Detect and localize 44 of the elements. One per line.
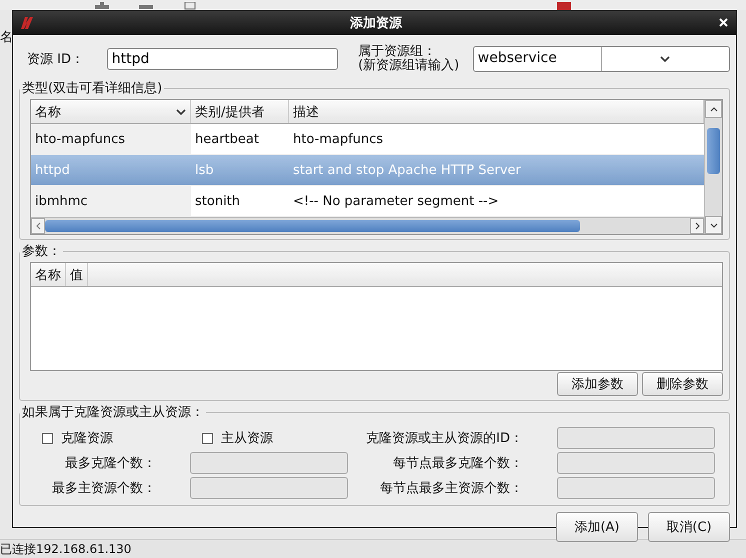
column-header[interactable]: 名称 [31, 100, 191, 123]
table-cell-text: heartbeat [194, 130, 260, 148]
column-label: 名 [0, 29, 13, 46]
field-hint: (新资源组请输入) [358, 59, 460, 73]
table-cell-text: hto-mapfuncs [292, 130, 384, 148]
sort-icon [176, 108, 186, 114]
field-label: 克隆资源或主从资源的ID： [365, 430, 524, 447]
horizontal-scrollbar[interactable] [31, 217, 704, 234]
column-header[interactable]: 名称 [31, 263, 66, 286]
column-header[interactable]: 值 [66, 263, 88, 286]
minus-icon[interactable] [139, 2, 153, 10]
input-field[interactable]: httpd [106, 48, 338, 70]
table-cell: hto-mapfuncs [31, 124, 191, 154]
group-title: 参数： [21, 243, 62, 260]
field-label: 每节点最多克隆个数： [392, 455, 524, 472]
add-button[interactable]: 添加(A) [556, 512, 638, 542]
parameter-button[interactable]: 添加参数 [557, 372, 638, 396]
table-cell: ibmhmc [31, 186, 191, 216]
checkbox[interactable] [202, 432, 213, 444]
field-label: 每节点最多主资源个数： [379, 480, 524, 497]
cancel-button[interactable]: 取消(C) [648, 512, 730, 542]
field-label: 资源 ID： [27, 51, 85, 68]
parameter-button[interactable]: 删除参数 [642, 372, 723, 396]
table-cell-text: httpd [34, 162, 71, 180]
field-label: 属于资源组： [358, 45, 436, 59]
column-header[interactable]: 类别/提供者 [191, 100, 289, 123]
field-label: 最多主资源个数： [51, 480, 157, 497]
checkbox-label: 主从资源 [221, 430, 273, 447]
table-cell-text: lsb [194, 162, 215, 180]
window-title: 添加资源 [349, 15, 404, 32]
checkbox-label: 克隆资源 [61, 430, 113, 447]
table-cell-text: stonith [194, 192, 242, 210]
checkbox[interactable] [42, 432, 53, 444]
status-text: 已连接192.168.61.130 [0, 540, 132, 558]
app-logo-icon [19, 15, 35, 31]
table-cell-text: start and stop Apache HTTP Server [292, 162, 522, 180]
table-cell-text: <!-- No parameter segment --> [292, 192, 500, 210]
field-label: 最多克隆个数： [64, 455, 157, 472]
combo-box[interactable]: webservice [472, 46, 730, 72]
group-title: 类型(双击可看详细信息) [21, 80, 164, 97]
chevron-down-icon [660, 56, 670, 62]
plus-icon[interactable] [95, 2, 109, 10]
group-title: 如果属于克隆资源或主从资源： [21, 404, 205, 421]
vertical-scrollbar[interactable] [704, 100, 722, 234]
